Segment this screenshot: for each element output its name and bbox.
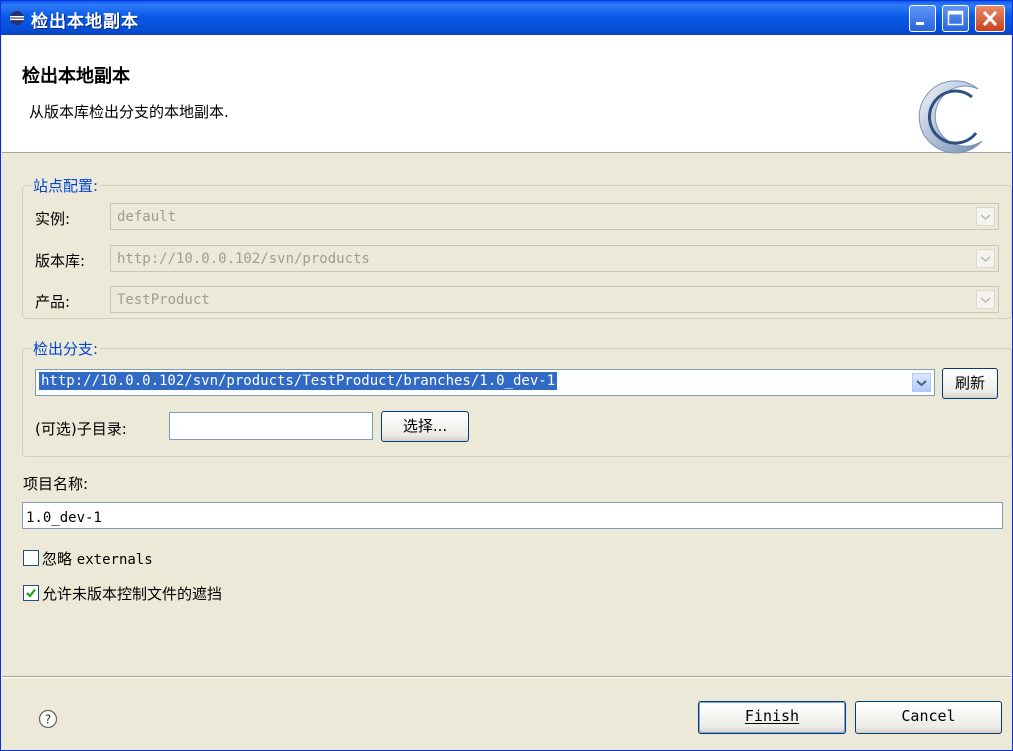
chevron-down-icon (916, 380, 927, 387)
ignore-externals-checkbox[interactable] (23, 550, 39, 566)
svg-text:?: ? (45, 713, 51, 727)
ignore-externals-label-en: externals (76, 552, 153, 568)
product-value: TestProduct (117, 292, 210, 308)
minimize-icon (916, 22, 924, 25)
chevron-down-icon (980, 297, 991, 304)
title-bar[interactable]: 检出本地副本 (1, 1, 1012, 35)
chevron-down-icon (980, 214, 991, 221)
branch-dropdown-arrow[interactable] (912, 373, 931, 392)
repository-label: 版本库: (35, 252, 86, 270)
minimize-button[interactable] (909, 5, 936, 32)
project-name-input[interactable] (22, 502, 1003, 529)
ignore-externals-label-cn: 忽略 (42, 550, 73, 568)
subversive-logo-icon (918, 80, 983, 154)
subdirectory-input[interactable] (169, 412, 373, 440)
instance-combo[interactable]: default (110, 203, 999, 230)
allow-unversioned-label: 允许未版本控制文件的遮挡 (42, 585, 223, 603)
eclipse-app-icon (10, 11, 24, 25)
subdirectory-label: (可选)子目录: (35, 420, 127, 438)
choose-button[interactable]: 选择... (381, 411, 469, 442)
product-label: 产品: (35, 293, 71, 311)
repository-dropdown-arrow[interactable] (976, 249, 995, 268)
cancel-button[interactable]: Cancel (855, 701, 1002, 734)
footer-separator (2, 676, 1011, 678)
branch-value: http://10.0.0.102/svn/products/TestProdu… (39, 372, 558, 390)
instance-dropdown-arrow[interactable] (976, 207, 995, 226)
maximize-icon (947, 10, 964, 26)
instance-value: default (117, 209, 177, 225)
maximize-button[interactable] (942, 5, 969, 32)
site-config-legend: 站点配置: (33, 177, 99, 195)
finish-label: Finish (744, 707, 800, 725)
repository-combo[interactable]: http://10.0.0.102/svn/products (110, 245, 999, 272)
project-name-label: 项目名称: (23, 475, 89, 493)
allow-unversioned-checkbox[interactable] (23, 585, 39, 601)
checkout-branch-legend: 检出分支: (33, 340, 99, 358)
help-icon[interactable]: ? (38, 709, 58, 729)
chevron-down-icon (980, 256, 991, 263)
page-description: 从版本库检出分支的本地副本. (29, 103, 229, 121)
product-dropdown-arrow[interactable] (976, 290, 995, 309)
page-heading: 检出本地副本 (22, 66, 130, 87)
refresh-button[interactable]: 刷新 (942, 368, 998, 399)
cancel-label: Cancel (901, 707, 956, 725)
instance-label: 实例: (35, 210, 71, 228)
wizard-header: 检出本地副本 从版本库检出分支的本地副本. (2, 35, 1011, 154)
checkout-dialog: 检出本地副本 检出本地副本 从版本库检出分支的本地副本. 站点配置: 实例: d… (0, 0, 1013, 751)
window-title: 检出本地副本 (31, 12, 139, 32)
finish-button[interactable]: Finish (698, 701, 846, 734)
close-icon (982, 10, 998, 27)
repository-value: http://10.0.0.102/svn/products (117, 251, 370, 267)
product-combo[interactable]: TestProduct (110, 286, 999, 313)
branch-combo[interactable]: http://10.0.0.102/svn/products/TestProdu… (35, 369, 935, 396)
checkmark-icon (26, 588, 36, 598)
close-button[interactable] (975, 5, 1005, 32)
ignore-externals-label: 忽略 externals (42, 548, 153, 569)
